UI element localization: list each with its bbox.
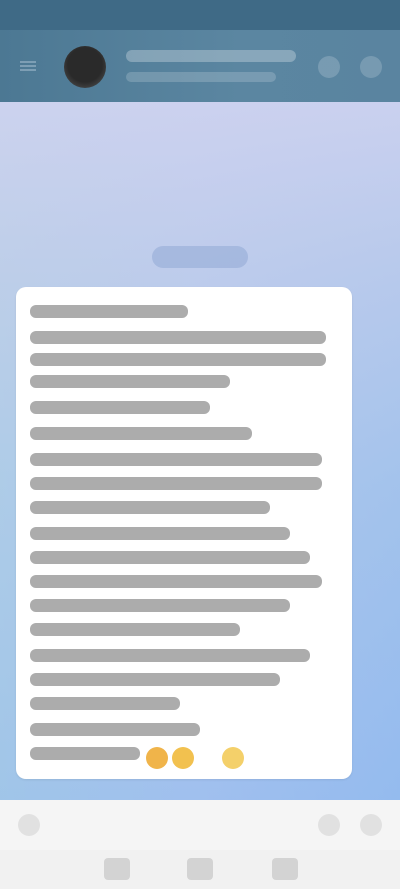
message-text-line — [30, 747, 140, 760]
message-text-line — [30, 453, 322, 466]
message-text-line — [30, 673, 280, 686]
call-icon[interactable] — [318, 56, 340, 78]
emoji-icon — [222, 747, 244, 769]
emoji-row — [146, 747, 296, 771]
message-text-line — [30, 599, 290, 612]
message-composer — [0, 800, 400, 850]
mic-icon[interactable] — [360, 814, 382, 836]
chat-header — [0, 30, 400, 102]
back-arrow-icon[interactable] — [14, 52, 42, 80]
message-text-line — [30, 427, 252, 440]
message-text-line — [30, 375, 230, 388]
home-button[interactable] — [187, 858, 213, 880]
message-text-line — [30, 477, 322, 490]
message-text-line — [30, 623, 240, 636]
avatar[interactable] — [64, 46, 106, 88]
message-text-line — [30, 723, 200, 736]
message-bubble[interactable] — [16, 287, 352, 779]
message-text-line — [30, 305, 188, 318]
message-text-line — [30, 501, 270, 514]
message-input[interactable] — [58, 812, 288, 838]
message-text-line — [30, 353, 326, 366]
recent-apps-button[interactable] — [104, 858, 130, 880]
emoji-icon — [146, 747, 168, 769]
message-text-line — [30, 527, 290, 540]
message-text-line — [30, 697, 180, 710]
message-text-line — [30, 575, 322, 588]
system-nav-bar — [0, 850, 400, 889]
more-icon[interactable] — [360, 56, 382, 78]
status-bar — [0, 0, 400, 30]
emoji-icon[interactable] — [18, 814, 40, 836]
message-text-line — [30, 551, 310, 564]
attach-icon[interactable] — [318, 814, 340, 836]
back-button[interactable] — [272, 858, 298, 880]
emoji-icon — [172, 747, 194, 769]
chat-subtitle — [126, 72, 276, 82]
message-text-line — [30, 401, 210, 414]
chat-title[interactable] — [126, 50, 296, 62]
date-chip — [152, 246, 248, 268]
message-text-line — [30, 331, 326, 344]
message-text-line — [30, 649, 310, 662]
